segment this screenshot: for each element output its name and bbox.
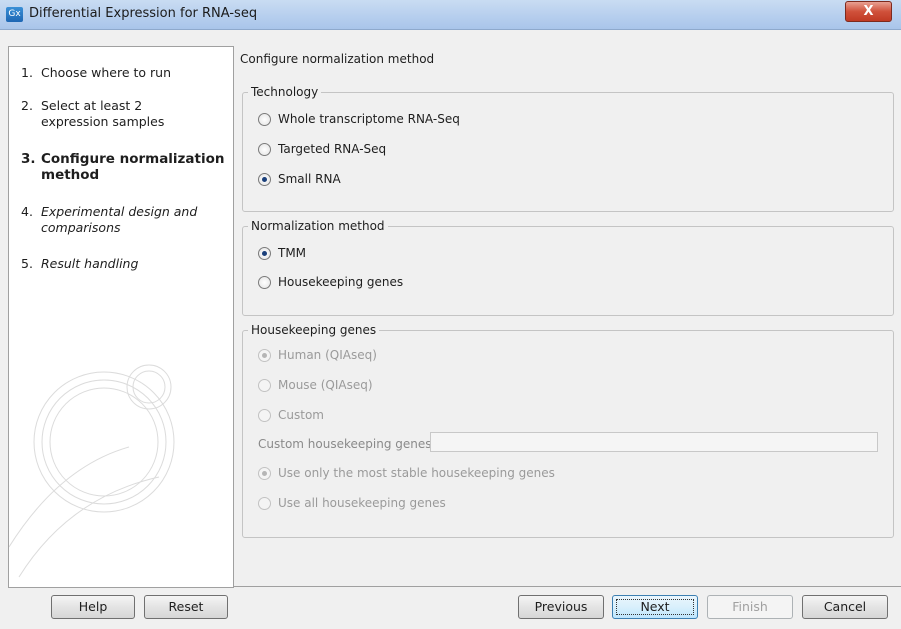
radio-icon[interactable] (258, 378, 271, 392)
radio-mouse-qiaseq[interactable]: Mouse (QIAseq) (258, 377, 373, 393)
radio-most-stable-genes[interactable]: Use only the most stable housekeeping ge… (258, 465, 555, 481)
app-logo-icon: Gx (6, 7, 23, 22)
step-label: Experimental design and comparisons (41, 204, 198, 235)
help-button[interactable]: Help (51, 595, 135, 619)
step-label: Choose where to run (41, 65, 171, 80)
housekeeping-legend: Housekeeping genes (248, 323, 380, 337)
radio-targeted-rna-seq[interactable]: Targeted RNA-Seq (258, 141, 386, 157)
page-title: Configure normalization method (240, 52, 435, 66)
radio-label: Whole transcriptome RNA-Seq (278, 112, 460, 126)
normalization-legend: Normalization method (248, 219, 388, 233)
radio-label: Housekeeping genes (278, 275, 404, 289)
radio-human-qiaseq[interactable]: Human (QIAseq) (258, 347, 377, 363)
radio-icon[interactable] (258, 408, 271, 422)
finish-button[interactable]: Finish (707, 595, 793, 619)
radio-label: Human (QIAseq) (278, 348, 377, 362)
step-number: 4. (21, 204, 33, 219)
radio-label: Mouse (QIAseq) (278, 378, 373, 392)
radio-selected-icon[interactable] (258, 172, 271, 186)
window-title: Differential Expression for RNA-seq (29, 6, 258, 21)
radio-selected-icon[interactable] (258, 348, 271, 362)
previous-button[interactable]: Previous (518, 595, 604, 619)
radio-label: Small RNA (278, 172, 341, 186)
step-number: 1. (21, 65, 33, 80)
next-button[interactable]: Next (612, 595, 698, 619)
radio-tmm[interactable]: TMM (258, 245, 306, 261)
custom-housekeeping-label: Custom housekeeping genes (258, 437, 432, 451)
focus-ring (616, 599, 694, 615)
title-bar[interactable]: Gx Differential Expression for RNA-seq X (0, 0, 901, 30)
radio-selected-icon[interactable] (258, 466, 271, 480)
technology-group: Technology Whole transcriptome RNA-Seq T… (242, 85, 894, 212)
radio-label: TMM (278, 246, 307, 260)
custom-housekeeping-genes-input[interactable] (430, 432, 878, 452)
wizard-steps-panel: 1. Choose where to run 2. Select at leas… (8, 46, 234, 588)
radio-selected-icon[interactable] (258, 246, 271, 260)
step-number: 3. (21, 151, 36, 167)
cancel-button[interactable]: Cancel (802, 595, 888, 619)
normalization-method-group: Normalization method TMM Housekeeping ge… (242, 219, 894, 316)
radio-icon[interactable] (258, 112, 271, 126)
radio-icon[interactable] (258, 275, 271, 289)
radio-icon[interactable] (258, 142, 271, 156)
dialog-window: Gx Differential Expression for RNA-seq X… (0, 0, 901, 629)
close-button[interactable]: X (845, 1, 892, 22)
radio-label: Use only the most stable housekeeping ge… (278, 466, 555, 480)
reset-button[interactable]: Reset (144, 595, 228, 619)
step-label: Configure normalization method (41, 151, 225, 183)
radio-label: Use all housekeeping genes (278, 496, 446, 510)
radio-icon[interactable] (258, 496, 271, 510)
technology-legend: Technology (248, 85, 322, 99)
radio-label: Targeted RNA-Seq (278, 142, 387, 156)
step-number: 5. (21, 256, 33, 271)
decorative-swirl-watermark-icon (9, 364, 175, 578)
radio-housekeeping-genes[interactable]: Housekeeping genes (258, 274, 403, 290)
step-label: Result handling (41, 256, 139, 271)
housekeeping-genes-group: Housekeeping genes Human (QIAseq) Mouse … (242, 323, 894, 538)
step-number: 2. (21, 98, 33, 113)
radio-label: Custom (278, 408, 324, 422)
radio-whole-transcriptome[interactable]: Whole transcriptome RNA-Seq (258, 111, 460, 127)
radio-small-rna[interactable]: Small RNA (258, 171, 341, 187)
step-label: Select at least 2 expression samples (41, 98, 165, 129)
radio-all-genes[interactable]: Use all housekeeping genes (258, 495, 446, 511)
radio-custom[interactable]: Custom (258, 407, 324, 423)
